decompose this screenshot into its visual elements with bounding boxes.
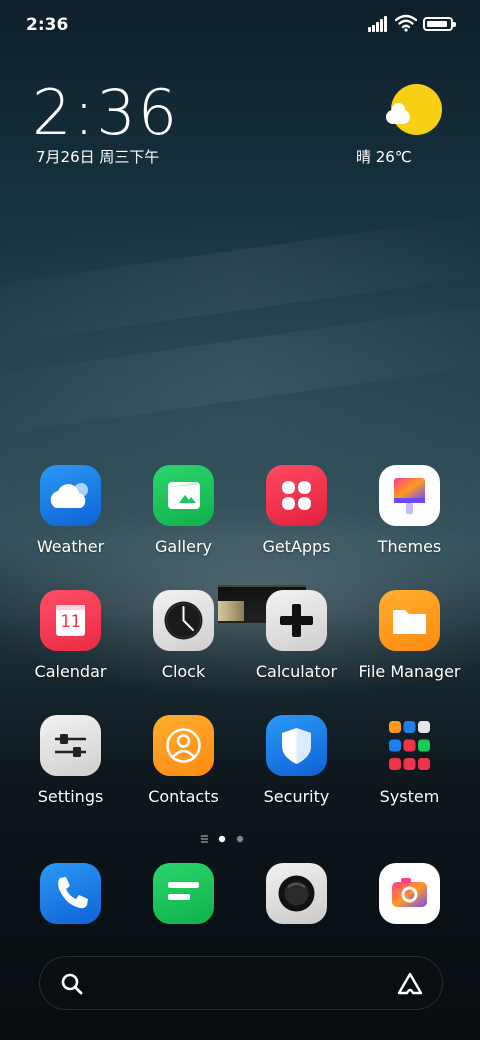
- page-indicator[interactable]: [200, 830, 280, 843]
- app-getapps[interactable]: GetApps: [240, 465, 353, 575]
- page-dot-active: [218, 835, 226, 843]
- weather-condition-temp: 晴 26℃: [356, 148, 412, 166]
- dock-phone[interactable]: [40, 863, 101, 924]
- status-time: 2:36: [26, 15, 69, 35]
- app-system-folder[interactable]: System: [353, 715, 466, 825]
- app-file-manager[interactable]: File Manager: [353, 590, 466, 700]
- dock-browser[interactable]: [379, 863, 440, 924]
- app-security[interactable]: Security: [240, 715, 353, 825]
- calendar-date-number: 11: [60, 612, 81, 632]
- gallery-icon: [153, 465, 214, 526]
- calculator-icon: [266, 590, 327, 651]
- phone-icon: [58, 877, 88, 909]
- page-dot: [236, 835, 244, 843]
- contacts-icon: [153, 715, 214, 776]
- camera-icon: [278, 875, 315, 912]
- security-icon: [266, 715, 327, 776]
- app-gallery[interactable]: Gallery: [127, 465, 240, 575]
- themes-icon: [379, 465, 440, 526]
- assistant-icon[interactable]: [396, 971, 424, 997]
- app-calendar[interactable]: 11 Calendar: [14, 590, 127, 700]
- app-label: Themes: [377, 537, 442, 556]
- app-weather[interactable]: Weather: [14, 465, 127, 575]
- app-clock[interactable]: Clock: [127, 590, 240, 700]
- app-label: System: [379, 787, 440, 806]
- browser-icon: [392, 878, 427, 907]
- battery-level: [427, 21, 447, 27]
- search-icon[interactable]: [60, 972, 84, 996]
- clock-widget-time[interactable]: 2:36: [32, 76, 179, 149]
- folder-icon: [379, 590, 440, 651]
- search-bar[interactable]: [39, 956, 443, 1010]
- calendar-icon: 11: [40, 590, 101, 651]
- dock-camera[interactable]: [266, 863, 327, 924]
- app-settings[interactable]: Settings: [14, 715, 127, 825]
- system-folder-icon: [379, 715, 440, 776]
- clock-widget-date[interactable]: 7月26日 周三下午: [36, 146, 159, 167]
- list-view-icon: [201, 835, 208, 843]
- wifi-icon: [395, 14, 417, 32]
- settings-icon: [40, 715, 101, 776]
- app-themes[interactable]: Themes: [353, 465, 466, 575]
- app-contacts[interactable]: Contacts: [127, 715, 240, 825]
- messages-icon: [168, 882, 199, 900]
- weather-widget[interactable]: 晴 26℃: [354, 84, 444, 174]
- battery-icon: [423, 17, 456, 31]
- app-calculator[interactable]: Calculator: [240, 590, 353, 700]
- dock-messages[interactable]: [153, 863, 214, 924]
- signal-strength-icon: [368, 16, 390, 32]
- app-label: File Manager: [358, 662, 461, 681]
- getapps-icon: [266, 465, 327, 526]
- clock-icon: [153, 590, 214, 651]
- weather-icon: [40, 465, 101, 526]
- status-bar: 2:36: [0, 0, 480, 50]
